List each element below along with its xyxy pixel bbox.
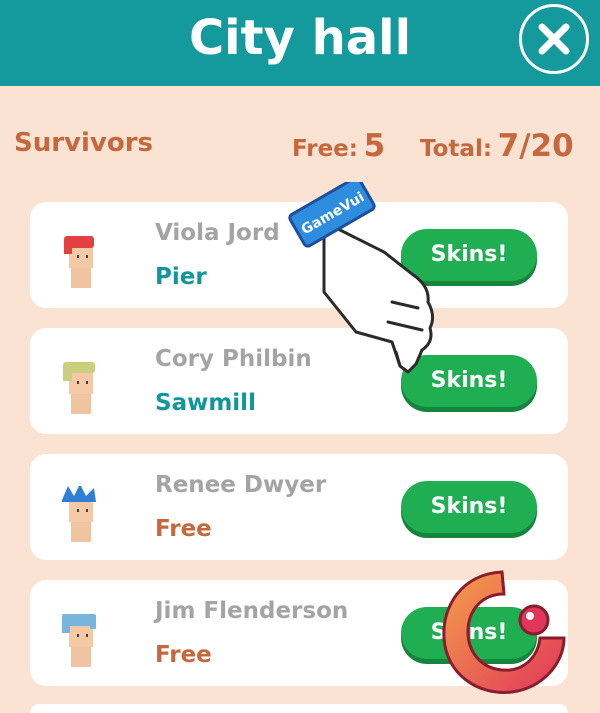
pointing-hand-icon: GameVui — [288, 182, 435, 374]
avatar — [62, 486, 96, 542]
free-value: 5 — [363, 128, 386, 164]
close-icon — [538, 23, 570, 55]
page-title: City hall — [188, 10, 412, 66]
total-label: Total: — [420, 136, 493, 162]
total-count: Total: 7/20 — [420, 128, 574, 164]
avatar — [62, 614, 96, 667]
close-button[interactable] — [519, 4, 589, 74]
avatar — [63, 362, 95, 414]
total-value: 7/20 — [497, 128, 574, 164]
survivor-location: Free — [155, 642, 212, 668]
survivor-name: Renee Dwyer — [155, 472, 327, 498]
survivor-location: Free — [155, 516, 212, 542]
avatar — [64, 236, 94, 288]
logo-icon — [442, 570, 566, 694]
skins-button[interactable]: Skins! — [401, 481, 537, 533]
survivors-label: Survivors — [14, 128, 154, 158]
survivor-location: Sawmill — [155, 390, 256, 416]
survivor-location: Pier — [155, 264, 207, 290]
free-label: Free: — [292, 136, 358, 162]
survivor-card: Renee Dwyer Free Skins! — [30, 454, 568, 560]
survivor-name: Jim Flenderson — [155, 598, 349, 624]
survivor-name: Viola Jord — [155, 220, 280, 246]
survivor-card-partial — [30, 704, 568, 713]
free-count: Free: 5 — [292, 128, 385, 164]
